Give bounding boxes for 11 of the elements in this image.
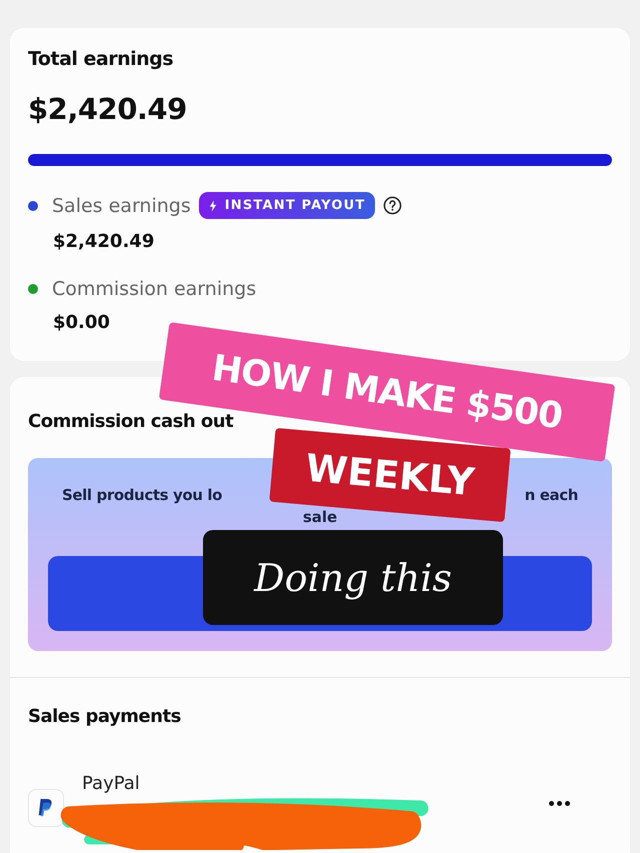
earning-amount: $0.00 <box>53 312 111 333</box>
section-title: Sales payments <box>28 706 182 727</box>
promo-text: n each <box>524 486 578 504</box>
earning-amount: $2,420.49 <box>53 231 156 252</box>
total-amount: $2,420.49 <box>28 92 188 126</box>
caption-sticker-overlay: Doing this <box>203 530 503 625</box>
payment-method-name: PayPal <box>82 773 141 794</box>
promo-text: Sell products you lo <box>62 486 222 504</box>
earning-label: Commission earnings <box>52 278 256 300</box>
earning-label: Sales earnings <box>52 194 191 216</box>
card-title: Total earnings <box>28 48 174 70</box>
